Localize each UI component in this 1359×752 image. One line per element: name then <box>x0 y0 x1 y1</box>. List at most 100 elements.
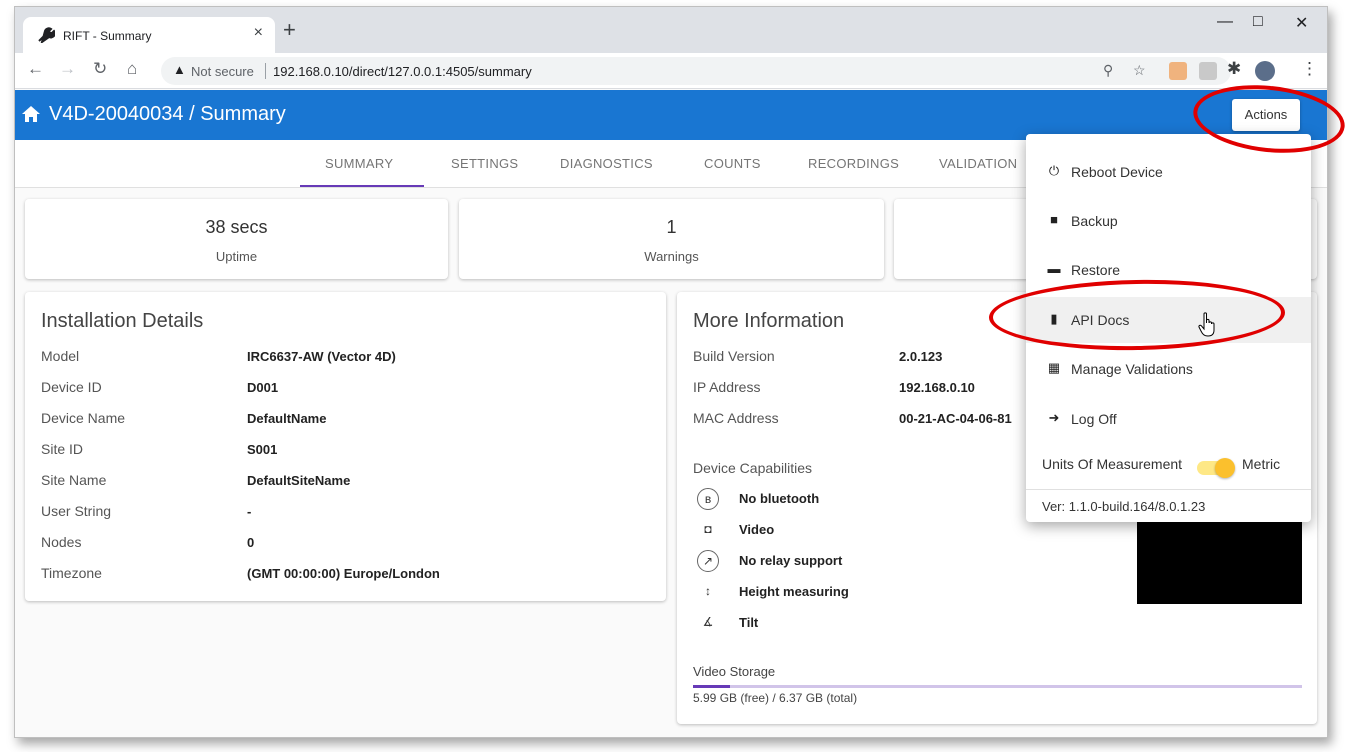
tab-recordings[interactable]: RECORDINGS <box>808 156 899 171</box>
tab-summary[interactable]: SUMMARY <box>325 156 393 171</box>
menu-item-label: Log Off <box>1071 411 1117 427</box>
menu-item-label: Backup <box>1071 213 1118 229</box>
power-icon: ⏻ <box>1048 163 1060 178</box>
mac-address-label: MAC Address <box>693 410 779 426</box>
wrench-icon <box>38 27 55 43</box>
site-name-value: DefaultSiteName <box>247 473 351 488</box>
address-separator <box>265 63 266 79</box>
user-string-value: - <box>247 504 252 519</box>
relay-off-icon: ↗ <box>697 550 719 572</box>
home-icon[interactable] <box>21 105 41 123</box>
warnings-card[interactable]: 1 Warnings <box>459 199 884 279</box>
mac-address-value: 00-21-AC-04-06-81 <box>899 411 1012 426</box>
build-version-label: Build Version <box>693 348 775 364</box>
uptime-card: 38 secs Uptime <box>25 199 448 279</box>
more-information-title: More Information <box>693 310 845 332</box>
units-of-measurement-label: Units Of Measurement <box>1042 456 1183 472</box>
video-preview[interactable] <box>1137 520 1302 604</box>
device-capabilities-title: Device Capabilities <box>693 460 813 476</box>
active-tab-indicator <box>300 185 424 187</box>
timezone-label: Timezone <box>41 565 102 581</box>
units-value-label: Metric <box>1242 456 1281 472</box>
warning-icon[interactable]: ▲ <box>173 62 186 77</box>
video-storage-bar <box>693 685 1302 688</box>
version-label: Ver: 1.1.0-build.164/8.0.1.23 <box>1042 499 1206 514</box>
home-browser-icon[interactable]: ⌂ <box>127 59 137 79</box>
menu-item-reboot-device[interactable]: ⏻ Reboot Device <box>1026 149 1311 195</box>
capability-label: Tilt <box>739 615 759 630</box>
installation-details-card: Installation Details Model IRC6637-AW (V… <box>25 292 666 601</box>
tab-settings[interactable]: SETTINGS <box>451 156 518 171</box>
menu-item-log-off[interactable]: ➜ Log Off <box>1026 396 1311 442</box>
nodes-value: 0 <box>247 535 255 550</box>
camera-icon: ◘ <box>704 522 712 536</box>
star-icon[interactable]: ☆ <box>1133 62 1146 79</box>
close-tab-icon[interactable]: × <box>254 24 263 42</box>
save-icon: ■ <box>1050 212 1058 227</box>
menu-item-backup[interactable]: ■ Backup <box>1026 198 1311 244</box>
video-storage-title: Video Storage <box>693 664 776 679</box>
site-id-label: Site ID <box>41 441 84 457</box>
tab-strip: RIFT - Summary × + — □ ✕ <box>15 7 1327 53</box>
folder-open-icon: ▬ <box>1047 261 1061 276</box>
address-bar[interactable]: ▲ Not secure 192.168.0.10/direct/127.0.0… <box>161 57 1231 85</box>
capability-label: Video <box>739 522 775 537</box>
bluetooth-disabled-icon: ʙ <box>697 488 719 510</box>
puzzle-icon[interactable]: ✱ <box>1227 59 1241 79</box>
warnings-value: 1 <box>666 217 677 237</box>
tab-diagnostics[interactable]: DIAGNOSTICS <box>560 156 653 171</box>
build-version-value: 2.0.123 <box>899 349 943 364</box>
user-string-label: User String <box>41 503 112 519</box>
capability-label: Height measuring <box>739 584 849 599</box>
units-toggle[interactable] <box>1215 458 1235 478</box>
close-window-icon[interactable]: ✕ <box>1295 13 1308 33</box>
browser-tab[interactable]: RIFT - Summary × <box>23 17 275 53</box>
capability-label: No relay support <box>739 553 843 568</box>
tab-counts[interactable]: COUNTS <box>704 156 761 171</box>
installation-details-title: Installation Details <box>41 310 204 332</box>
kebab-menu-icon[interactable]: ⋮ <box>1301 59 1318 79</box>
minimize-icon[interactable]: — <box>1217 13 1233 31</box>
menu-item-label: Restore <box>1071 262 1121 278</box>
video-storage-text: 5.99 GB (free) / 6.37 GB (total) <box>693 691 858 705</box>
timezone-value: (GMT 00:00:00) Europe/London <box>247 566 440 581</box>
key-icon[interactable]: ⚲ <box>1103 62 1113 79</box>
url-text[interactable]: 192.168.0.10/direct/127.0.0.1:4505/summa… <box>273 64 532 79</box>
sign-out-icon: ➜ <box>1048 410 1060 425</box>
nodes-label: Nodes <box>41 534 82 550</box>
back-icon[interactable]: ← <box>27 59 44 79</box>
uptime-label: Uptime <box>215 249 258 264</box>
site-name-label: Site Name <box>41 472 107 488</box>
ip-address-label: IP Address <box>693 379 761 395</box>
extension-icon[interactable] <box>1199 62 1217 80</box>
reload-icon[interactable]: ↻ <box>93 59 107 79</box>
menu-item-manage-validations[interactable]: ▦ Manage Validations <box>1026 346 1311 392</box>
menu-item-label: Manage Validations <box>1071 361 1193 377</box>
tab-validation[interactable]: VALIDATION <box>939 156 1017 171</box>
uptime-value: 38 secs <box>205 217 268 237</box>
tab-title: RIFT - Summary <box>63 29 152 43</box>
capability-label: No bluetooth <box>739 491 820 506</box>
tilt-icon: ∡ <box>702 615 714 629</box>
browser-window: RIFT - Summary × + — □ ✕ ← → ↻ ⌂ ▲ Not s… <box>14 6 1328 738</box>
warnings-label: Warnings <box>644 249 699 264</box>
device-id-label: Device ID <box>41 379 102 395</box>
device-name-value: DefaultName <box>247 411 327 426</box>
film-icon: ▦ <box>1047 360 1061 375</box>
ip-address-value: 192.168.0.10 <box>899 380 975 395</box>
forward-icon[interactable]: → <box>59 59 76 79</box>
height-icon: ↕ <box>705 584 711 598</box>
avatar[interactable] <box>1255 61 1275 81</box>
device-name-label: Device Name <box>41 410 126 426</box>
model-label: Model <box>41 348 80 364</box>
new-tab-button[interactable]: + <box>283 19 296 41</box>
not-secure-label[interactable]: Not secure <box>191 64 254 79</box>
app-header: V4D-20040034 / Summary Actions <box>15 90 1327 140</box>
menu-item-label: Reboot Device <box>1071 164 1163 180</box>
menu-divider <box>1026 489 1311 490</box>
maximize-icon[interactable]: □ <box>1253 13 1263 31</box>
extension-icon[interactable] <box>1169 62 1187 80</box>
video-storage-fill <box>693 685 730 688</box>
model-value: IRC6637-AW (Vector 4D) <box>247 349 396 364</box>
device-id-value: D001 <box>247 380 279 395</box>
